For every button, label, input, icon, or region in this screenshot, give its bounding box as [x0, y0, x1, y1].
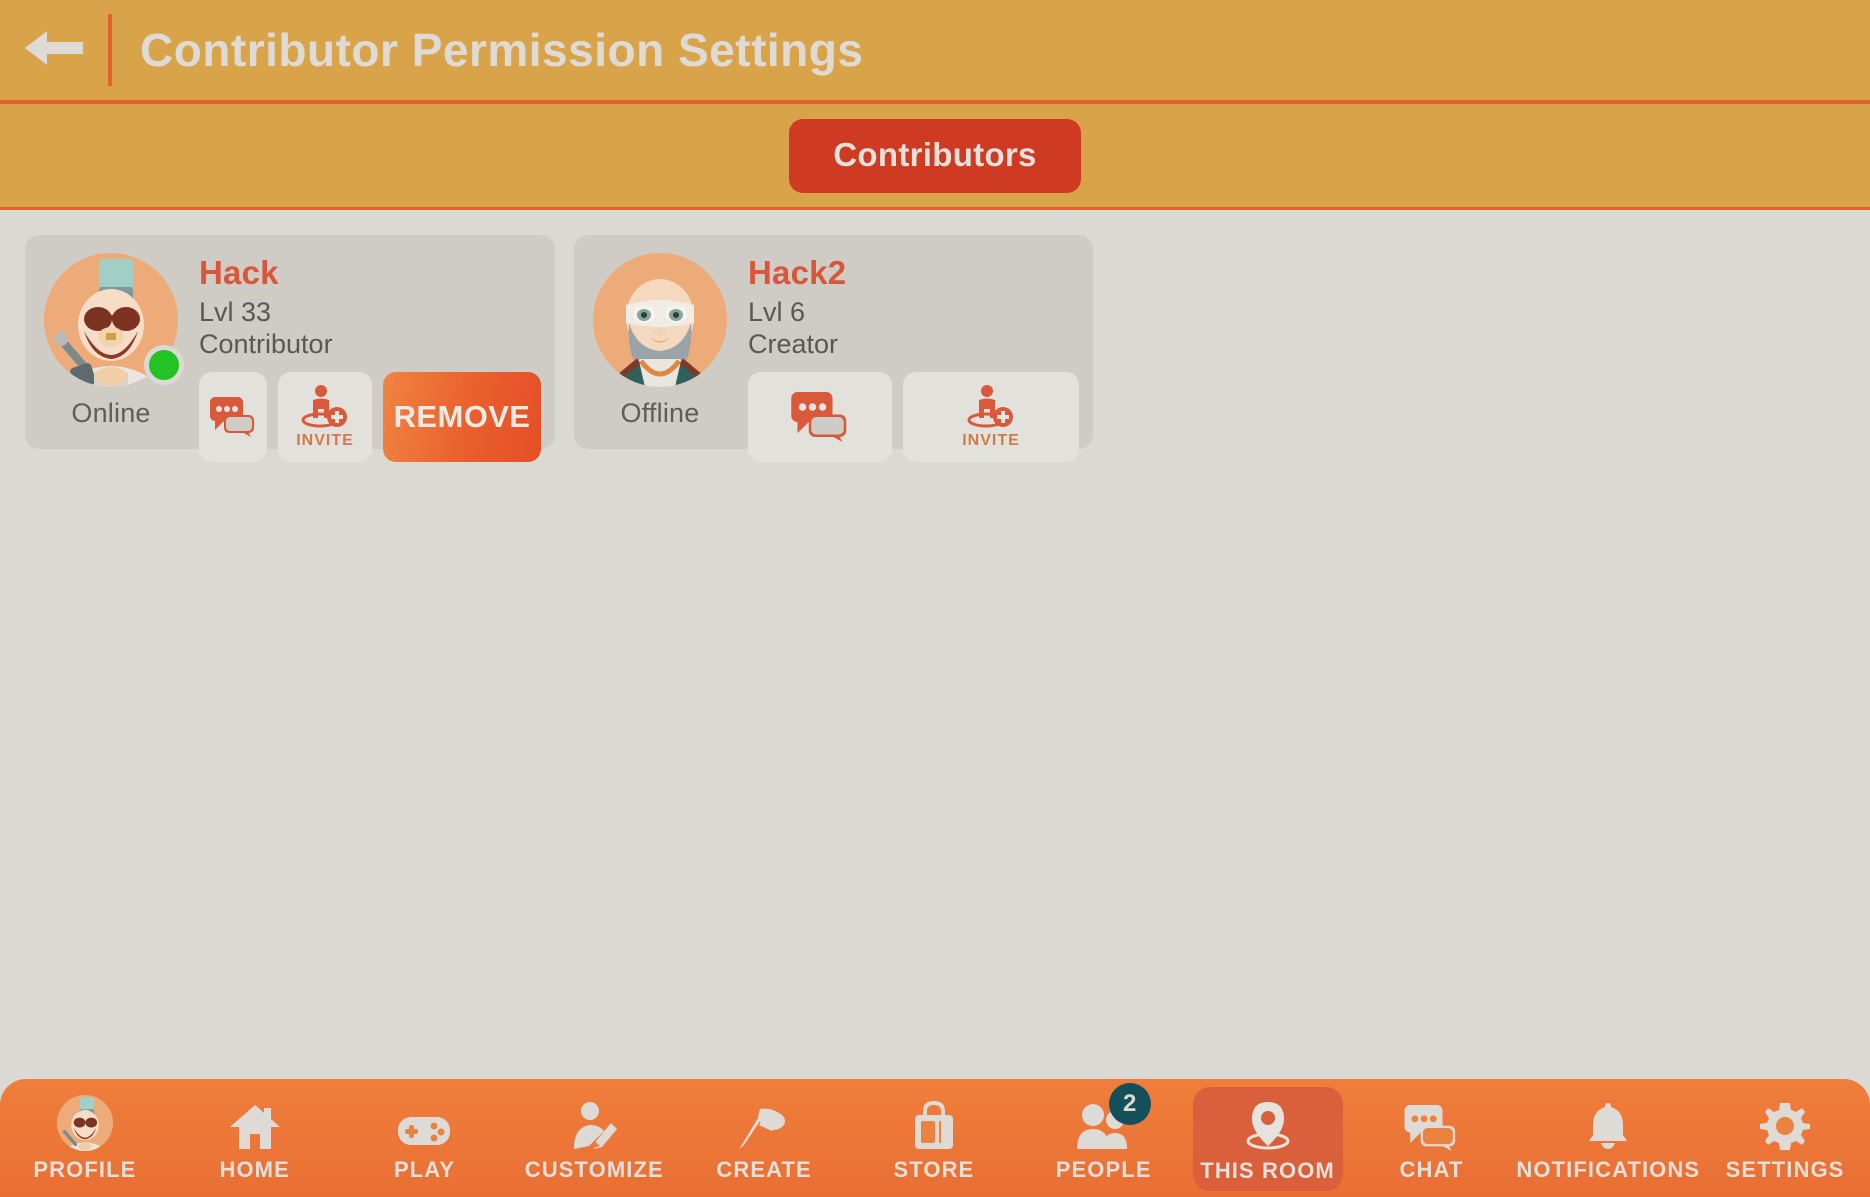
nav-label: CREATE — [716, 1157, 812, 1182]
nav-label: CHAT — [1399, 1157, 1464, 1182]
nav-label: NOTIFICATIONS — [1516, 1157, 1701, 1182]
avatar-wrapper — [44, 253, 184, 387]
hammer-icon — [738, 1099, 790, 1151]
action-row: INVITE REMOVE — [199, 372, 541, 463]
house-icon — [229, 1099, 281, 1151]
gear-icon — [1760, 1099, 1811, 1151]
nav-item-notifications[interactable]: NOTIFICATIONS — [1516, 1079, 1700, 1197]
contributor-name: Hack — [199, 254, 279, 291]
avatar-wrapper — [593, 253, 727, 387]
nav-label: HOME — [219, 1157, 290, 1182]
person-pencil-icon — [569, 1099, 619, 1151]
location-pin-icon — [1242, 1100, 1294, 1152]
people-group-icon: 2 — [1075, 1083, 1151, 1151]
contributor-info: Hack2 Lvl 6 Creator INVITE — [748, 247, 1079, 463]
nav-item-store[interactable]: STORE — [849, 1079, 1019, 1197]
contributor-role: Creator — [748, 329, 839, 360]
nav-label: PROFILE — [33, 1157, 137, 1182]
contributor-list: Online Hack Lvl 33 Contributor INVITE RE… — [25, 235, 1870, 463]
page-header: Contributor Permission Settings — [0, 0, 1870, 104]
chat-bubbles-icon — [1403, 1099, 1459, 1151]
nav-label: PEOPLE — [1055, 1157, 1152, 1182]
back-button[interactable] — [0, 0, 108, 102]
nav-item-home[interactable]: HOME — [170, 1079, 340, 1197]
nav-label: SETTINGS — [1725, 1157, 1845, 1182]
invite-person-icon — [301, 384, 349, 429]
invite-label: INVITE — [962, 431, 1020, 449]
nav-label: PLAY — [393, 1157, 456, 1182]
nav-item-settings[interactable]: SETTINGS — [1700, 1079, 1870, 1197]
invite-label: INVITE — [296, 431, 354, 449]
nav-item-people[interactable]: 2 PEOPLE — [1019, 1079, 1189, 1197]
tab-bar: Contributors — [0, 104, 1870, 210]
nav-item-this-room[interactable]: THIS ROOM — [1192, 1087, 1343, 1191]
bottom-navigation: PROFILE HOME PLAY CUSTOMIZE CREATE STORE… — [0, 1079, 1870, 1197]
invite-button[interactable]: INVITE — [278, 372, 372, 463]
nav-item-customize[interactable]: CUSTOMIZE — [509, 1079, 679, 1197]
avatar-column: Offline — [586, 247, 734, 429]
contributor-card[interactable]: Offline Hack2 Lvl 6 Creator INVITE — [574, 235, 1093, 463]
avatar-column: Online — [37, 247, 185, 429]
status-label: Offline — [620, 398, 700, 428]
bell-icon — [1585, 1099, 1631, 1151]
back-arrow-icon — [23, 27, 85, 74]
tab-contributors[interactable]: Contributors — [789, 118, 1081, 193]
page-title: Contributor Permission Settings — [140, 24, 864, 76]
nav-label: CUSTOMIZE — [524, 1157, 664, 1182]
nav-item-play[interactable]: PLAY — [340, 1079, 510, 1197]
action-row: INVITE — [748, 372, 1079, 463]
profile-avatar-icon — [56, 1095, 113, 1151]
invite-button[interactable]: INVITE — [903, 372, 1079, 463]
nav-item-chat[interactable]: CHAT — [1347, 1079, 1517, 1197]
contributor-info: Hack Lvl 33 Contributor INVITE REMOVE — [199, 247, 541, 463]
invite-person-icon — [967, 384, 1015, 429]
status-indicator-online — [144, 345, 184, 385]
contributor-name: Hack2 — [748, 254, 847, 291]
people-badge: 2 — [1108, 1083, 1151, 1125]
chat-bubbles-icon — [791, 392, 849, 443]
chat-button[interactable] — [199, 372, 267, 463]
content-area: Online Hack Lvl 33 Contributor INVITE RE… — [0, 210, 1870, 1079]
avatar[interactable] — [593, 253, 727, 387]
remove-button[interactable]: REMOVE — [383, 372, 541, 463]
contributor-card[interactable]: Online Hack Lvl 33 Contributor INVITE RE… — [25, 235, 555, 463]
contributor-role: Contributor — [199, 329, 333, 360]
nav-label: STORE — [893, 1157, 975, 1182]
nav-label: THIS ROOM — [1200, 1158, 1335, 1183]
status-label: Online — [71, 398, 151, 428]
shopping-bag-icon — [911, 1099, 957, 1151]
header-divider — [108, 14, 112, 86]
chat-button[interactable] — [748, 372, 892, 463]
contributor-level: Lvl 33 — [199, 297, 272, 328]
app-root: Contributor Permission Settings Contribu… — [0, 0, 1870, 1197]
chat-bubbles-icon — [210, 397, 256, 438]
gamepad-icon — [396, 1099, 452, 1151]
nav-item-profile[interactable]: PROFILE — [0, 1079, 170, 1197]
contributor-level: Lvl 6 — [748, 297, 806, 328]
nav-item-create[interactable]: CREATE — [679, 1079, 849, 1197]
